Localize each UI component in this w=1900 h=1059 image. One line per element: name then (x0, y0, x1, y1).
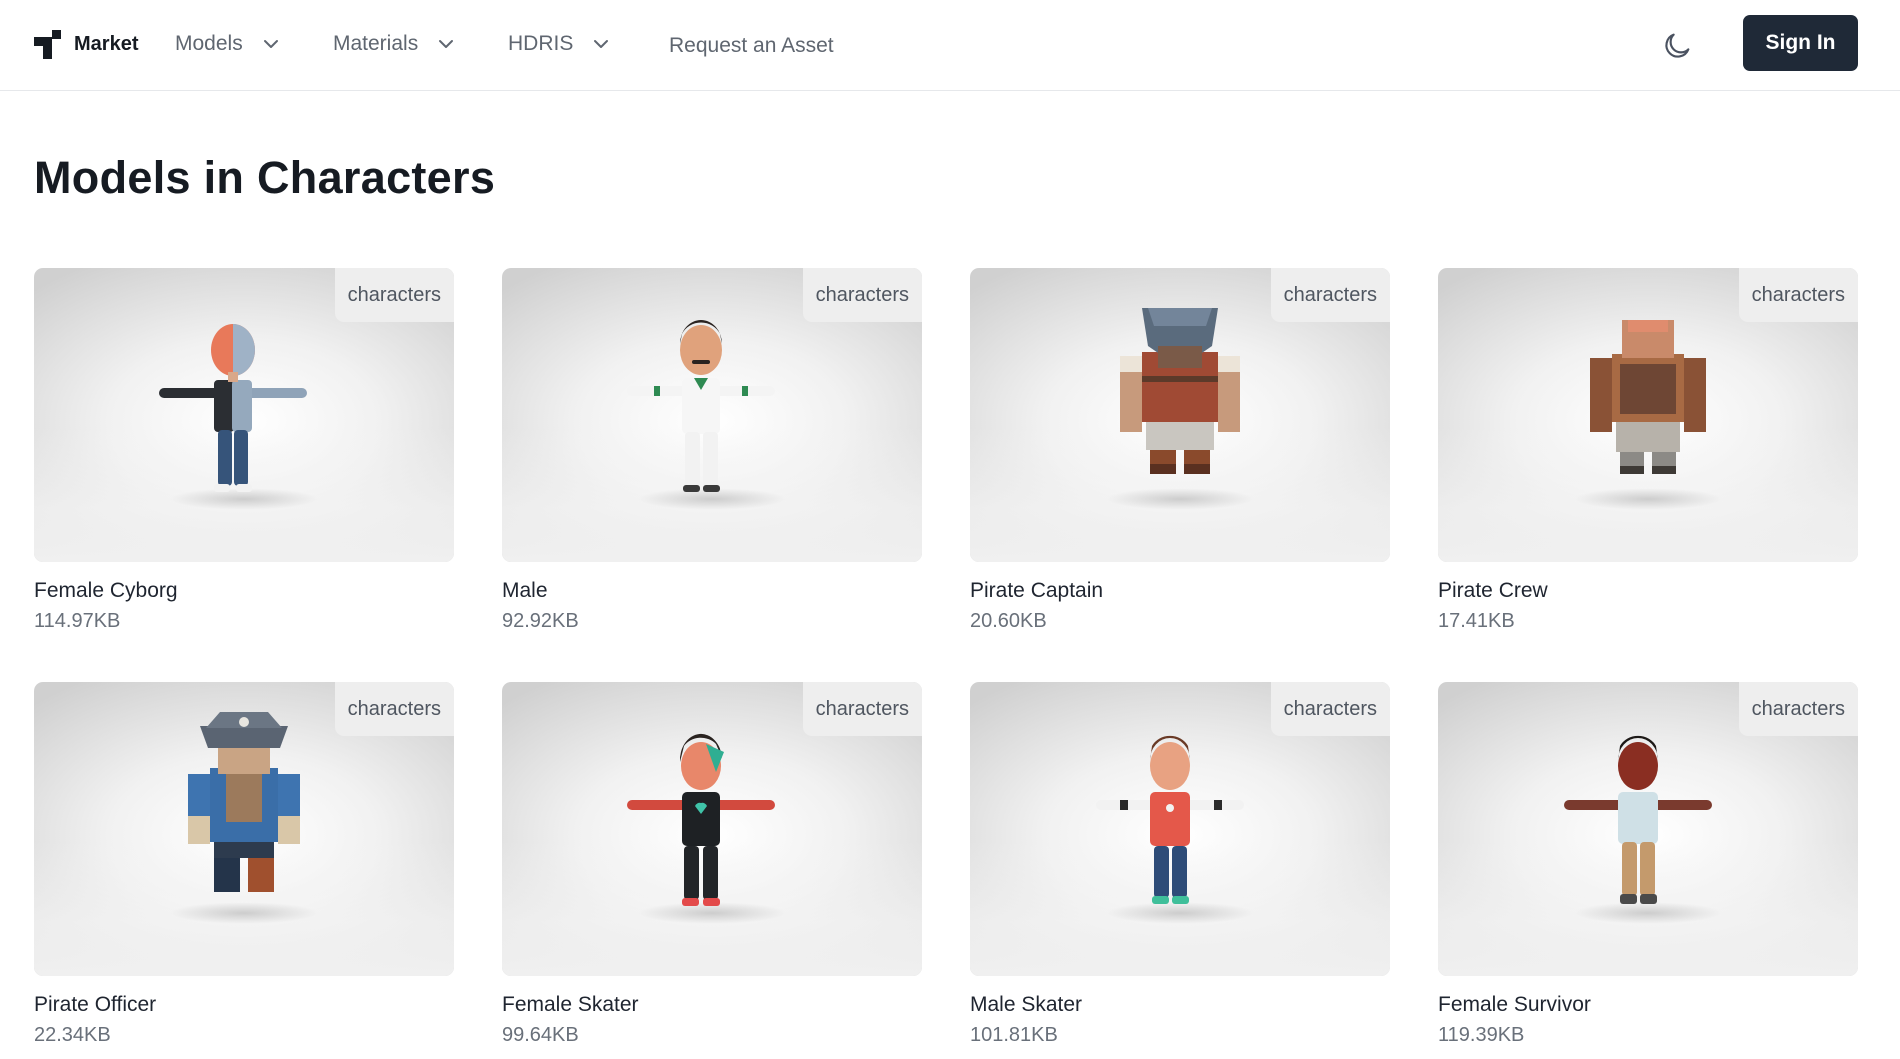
brand-link[interactable]: Market (34, 28, 138, 60)
sign-in-button[interactable]: Sign In (1743, 15, 1858, 71)
model-name: Pirate Captain (970, 579, 1104, 602)
model-card-female-skater[interactable]: characters Female Skater 99.64KB (502, 682, 922, 1059)
nav-request-asset-link[interactable]: Request an Asset (669, 30, 834, 62)
model-thumbnail: characters (34, 268, 454, 562)
model-file-size: 20.60KB (970, 610, 1047, 632)
category-tag: characters (1270, 268, 1390, 322)
model-file-size: 99.64KB (502, 1024, 579, 1046)
model-file-size: 101.81KB (970, 1024, 1058, 1046)
nav-hdris-label: HDRIS (508, 32, 574, 55)
top-navigation: Market Models Materials HDRIS Request an… (0, 0, 1900, 91)
model-card-female-survivor[interactable]: characters Female Survivor 119.39KB (1438, 682, 1858, 1059)
brand-name: Market (74, 32, 139, 55)
chevron-down-icon (436, 34, 456, 54)
nav-hdris-dropdown[interactable]: HDRIS (508, 28, 611, 60)
model-card-male-skater[interactable]: characters Male Skater 101.81KB (970, 682, 1390, 1059)
chevron-down-icon (591, 34, 611, 54)
model-card-pirate-captain[interactable]: characters Pirate Captain 20.60KB (970, 268, 1390, 682)
model-file-size: 114.97KB (34, 610, 121, 632)
category-tag: characters (1270, 682, 1390, 736)
model-name: Female Cyborg (34, 579, 178, 602)
nav-materials-dropdown[interactable]: Materials (333, 28, 456, 60)
category-tag: characters (334, 682, 454, 736)
model-card-female-cyborg[interactable]: characters Female Cyborg 114.97KB (34, 268, 454, 682)
category-tag: characters (802, 268, 922, 322)
category-tag: characters (802, 682, 922, 736)
model-card-pirate-crew[interactable]: characters Pirate Crew 17.41KB (1438, 268, 1858, 682)
model-name: Female Survivor (1438, 993, 1591, 1016)
category-tag: characters (334, 268, 454, 322)
market-logo-icon (34, 29, 61, 59)
model-thumbnail: characters (970, 268, 1390, 562)
model-name: Male (502, 579, 548, 602)
model-file-size: 119.39KB (1438, 1024, 1525, 1046)
category-tag: characters (1738, 268, 1858, 322)
model-thumbnail: characters (1438, 268, 1858, 562)
model-card-male[interactable]: characters Male 92.92KB (502, 268, 922, 682)
model-file-size: 92.92KB (502, 610, 579, 632)
model-thumbnail: characters (502, 682, 922, 976)
model-thumbnail: characters (502, 268, 922, 562)
model-name: Male Skater (970, 993, 1083, 1016)
category-tag: characters (1738, 682, 1858, 736)
model-card-pirate-officer[interactable]: characters Pirate Officer 22.34KB (34, 682, 454, 1059)
model-name: Female Skater (502, 993, 639, 1016)
model-thumbnail: characters (1438, 682, 1858, 976)
model-grid: characters Female Cyborg 114.97KB charac… (34, 268, 1858, 1059)
theme-toggle-button[interactable] (1657, 26, 1697, 66)
model-thumbnail: characters (970, 682, 1390, 976)
moon-icon (1665, 33, 1690, 58)
model-thumbnail: characters (34, 682, 454, 976)
nav-materials-label: Materials (333, 32, 419, 55)
model-file-size: 17.41KB (1438, 610, 1515, 632)
nav-models-label: Models (175, 32, 243, 55)
model-name: Pirate Crew (1438, 579, 1548, 602)
chevron-down-icon (261, 34, 281, 54)
page-title: Models in Characters (34, 152, 496, 203)
model-file-size: 22.34KB (34, 1024, 111, 1046)
nav-models-dropdown[interactable]: Models (175, 28, 281, 60)
model-name: Pirate Officer (34, 993, 157, 1016)
